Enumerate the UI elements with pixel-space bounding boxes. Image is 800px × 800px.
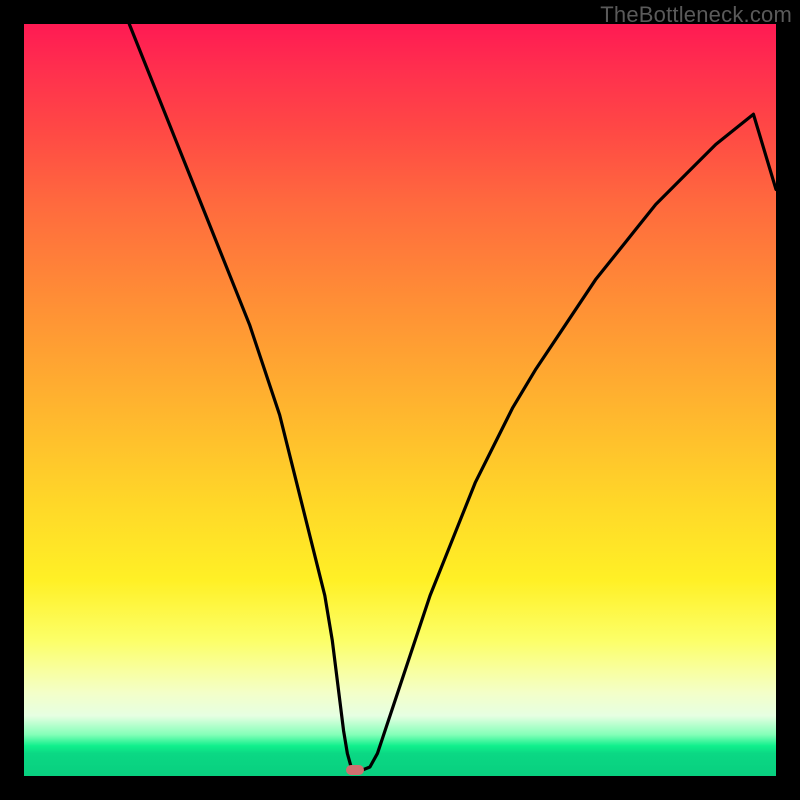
chart-plot-area xyxy=(24,24,776,776)
chart-frame: TheBottleneck.com xyxy=(0,0,800,800)
minimum-marker xyxy=(346,765,364,775)
bottleneck-curve xyxy=(24,24,776,776)
